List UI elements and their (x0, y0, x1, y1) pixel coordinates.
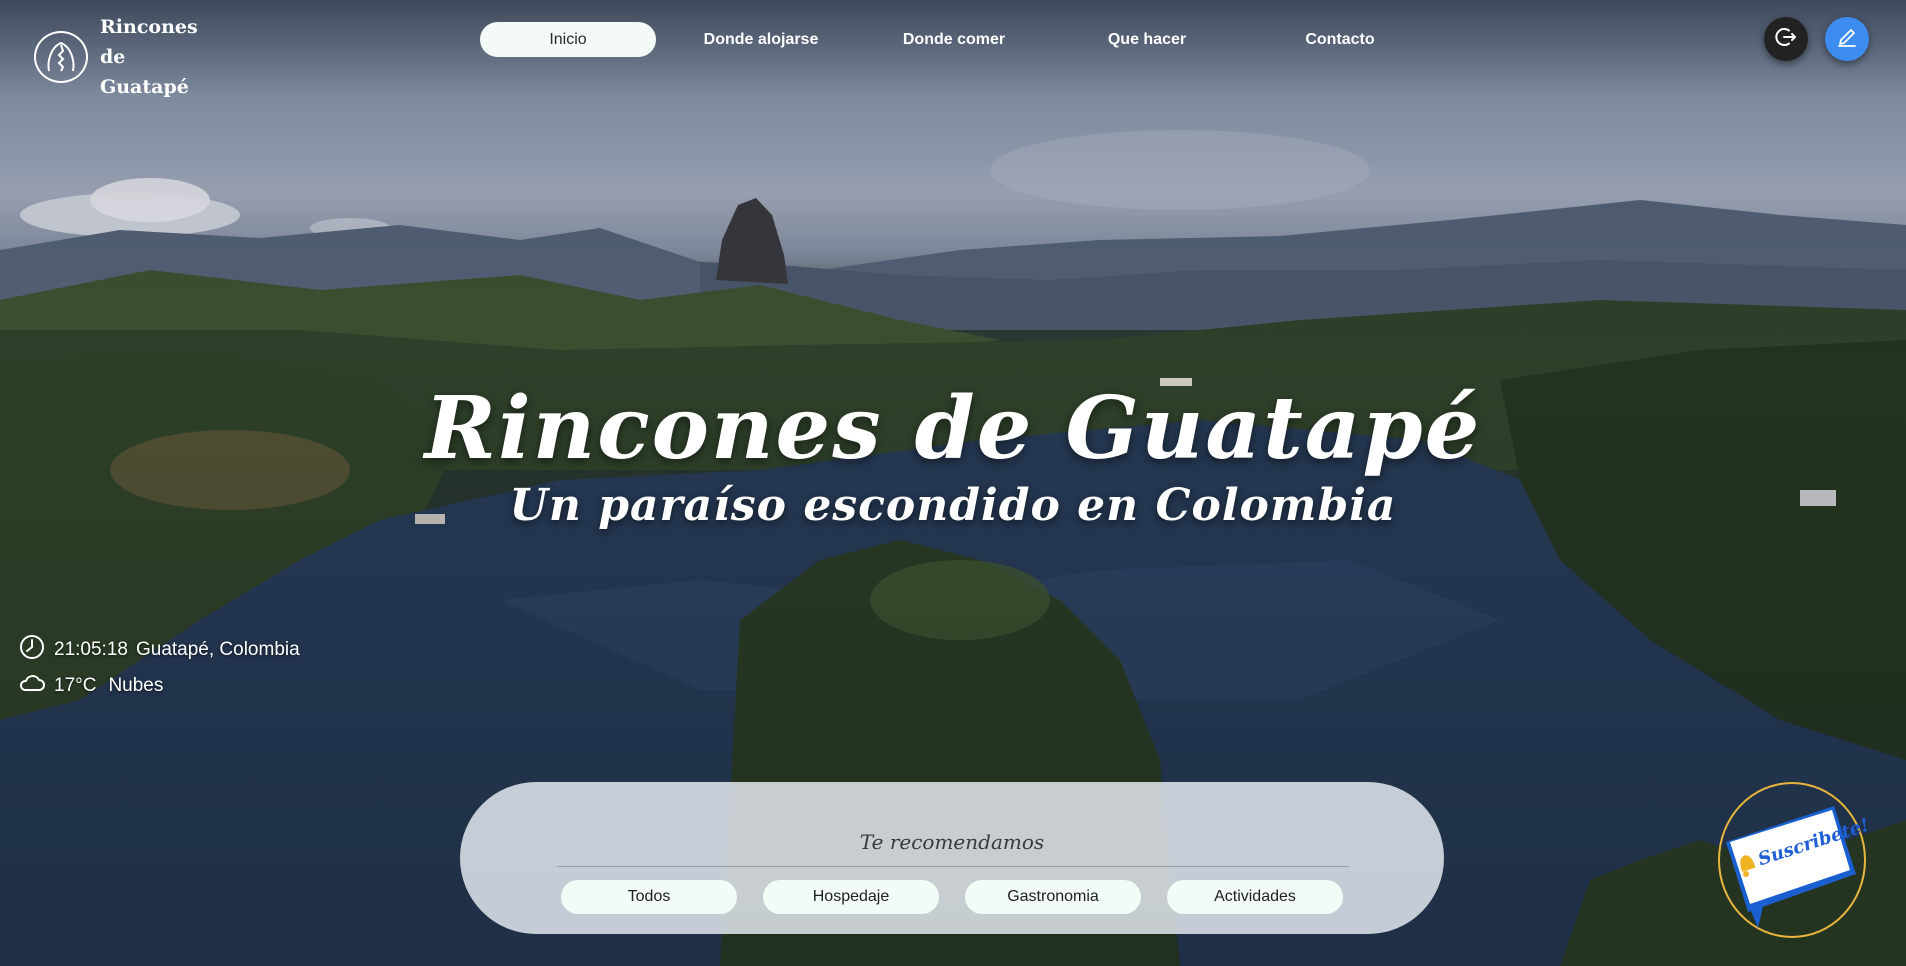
weather-condition: Nubes (108, 675, 164, 696)
brand-logo[interactable]: Rincones de Guatapé (34, 12, 210, 102)
nav-item-donde-alojarse[interactable]: Donde alojarse (673, 22, 849, 57)
clock-icon (18, 633, 46, 667)
nav-item-inicio[interactable]: Inicio (480, 22, 656, 57)
weather-widget: 17°C Nubes (18, 669, 163, 703)
rock-logo-icon (34, 31, 88, 83)
divider (557, 866, 1349, 867)
main-navigation: Inicio Donde alojarse Donde comer Que ha… (480, 22, 1445, 57)
edit-button[interactable] (1825, 17, 1869, 61)
local-time: 21:05:18 (54, 639, 128, 660)
hero-subtitle: Un paraíso escondido en Colombia (509, 480, 1397, 531)
filter-group: Todos Hospedaje Gastronomia Actividades (561, 880, 1343, 914)
nav-item-contacto[interactable]: Contacto (1252, 22, 1428, 57)
filter-todos-button[interactable]: Todos (561, 880, 737, 914)
recommendations-panel: Te recomendamos Todos Hospedaje Gastrono… (460, 782, 1444, 934)
logout-icon (1774, 25, 1798, 53)
local-time-widget: 21:05:18 Guatapé, Colombia (18, 633, 300, 667)
filter-hospedaje-button[interactable]: Hospedaje (763, 880, 939, 914)
local-location: Guatapé, Colombia (135, 639, 300, 660)
filter-actividades-button[interactable]: Actividades (1167, 880, 1343, 914)
brand-name: Rincones de Guatapé (100, 16, 198, 98)
subscribe-badge[interactable]: Suscribete! (1718, 782, 1872, 938)
hero-title: Rincones de Guatapé (424, 378, 1482, 479)
logout-button[interactable] (1764, 17, 1808, 61)
filter-gastronomia-button[interactable]: Gastronomia (965, 880, 1141, 914)
cloud-icon (18, 669, 46, 703)
nav-item-que-hacer[interactable]: Que hacer (1059, 22, 1235, 57)
temperature: 17°C (54, 675, 97, 696)
pencil-icon (1835, 25, 1859, 53)
nav-item-donde-comer[interactable]: Donde comer (866, 22, 1042, 57)
recommendations-title: Te recomendamos (859, 830, 1045, 854)
